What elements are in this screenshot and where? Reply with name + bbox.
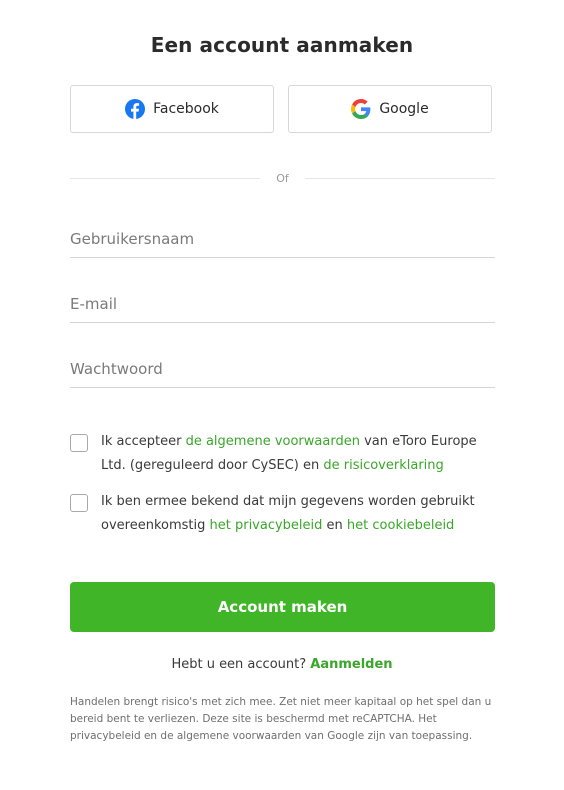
privacy-consent-row: Ik ben ermee bekend dat mijn gegevens wo… <box>70 493 500 538</box>
terms-prefix: Ik accepteer <box>101 434 186 449</box>
username-input[interactable] <box>70 222 495 256</box>
facebook-button[interactable]: Facebook <box>70 85 274 133</box>
email-input[interactable] <box>70 287 495 321</box>
cookie-policy-link[interactable]: het cookiebeleid <box>347 518 454 533</box>
create-account-button[interactable]: Account maken <box>70 582 495 632</box>
username-field-wrapper <box>70 222 495 258</box>
privacy-checkbox[interactable] <box>70 494 88 512</box>
divider-label: Of <box>276 171 289 185</box>
login-prompt: Hebt u een account? Aanmelden <box>0 657 564 672</box>
password-input[interactable] <box>70 352 495 386</box>
google-button[interactable]: Google <box>288 85 492 133</box>
or-divider: Of <box>70 170 495 186</box>
google-label: Google <box>379 101 429 117</box>
privacy-consent-text: Ik ben ermee bekend dat mijn gegevens wo… <box>101 490 500 538</box>
divider-line <box>304 177 495 179</box>
terms-consent-text: Ik accepteer de algemene voorwaarden van… <box>101 430 500 478</box>
risk-disclosure-link[interactable]: de risicoverklaring <box>323 458 443 473</box>
page-title: Een account aanmaken <box>150 33 414 57</box>
privacy-policy-link[interactable]: het privacybeleid <box>210 518 323 533</box>
login-question: Hebt u een account? <box>171 657 311 672</box>
email-field-wrapper <box>70 287 495 323</box>
terms-consent-row: Ik accepteer de algemene voorwaarden van… <box>70 433 500 478</box>
login-link[interactable]: Aanmelden <box>310 657 392 672</box>
terms-checkbox[interactable] <box>70 434 88 452</box>
privacy-middle: en <box>322 518 347 533</box>
signup-page: Een account aanmaken Facebook Google Of <box>0 0 564 790</box>
divider-line <box>70 177 261 179</box>
facebook-icon <box>125 99 146 119</box>
password-field-wrapper <box>70 352 495 388</box>
google-icon <box>351 99 371 119</box>
terms-link[interactable]: de algemene voorwaarden <box>186 434 360 449</box>
risk-disclaimer: Handelen brengt risico's met zich mee. Z… <box>70 696 492 742</box>
facebook-label: Facebook <box>153 101 219 117</box>
